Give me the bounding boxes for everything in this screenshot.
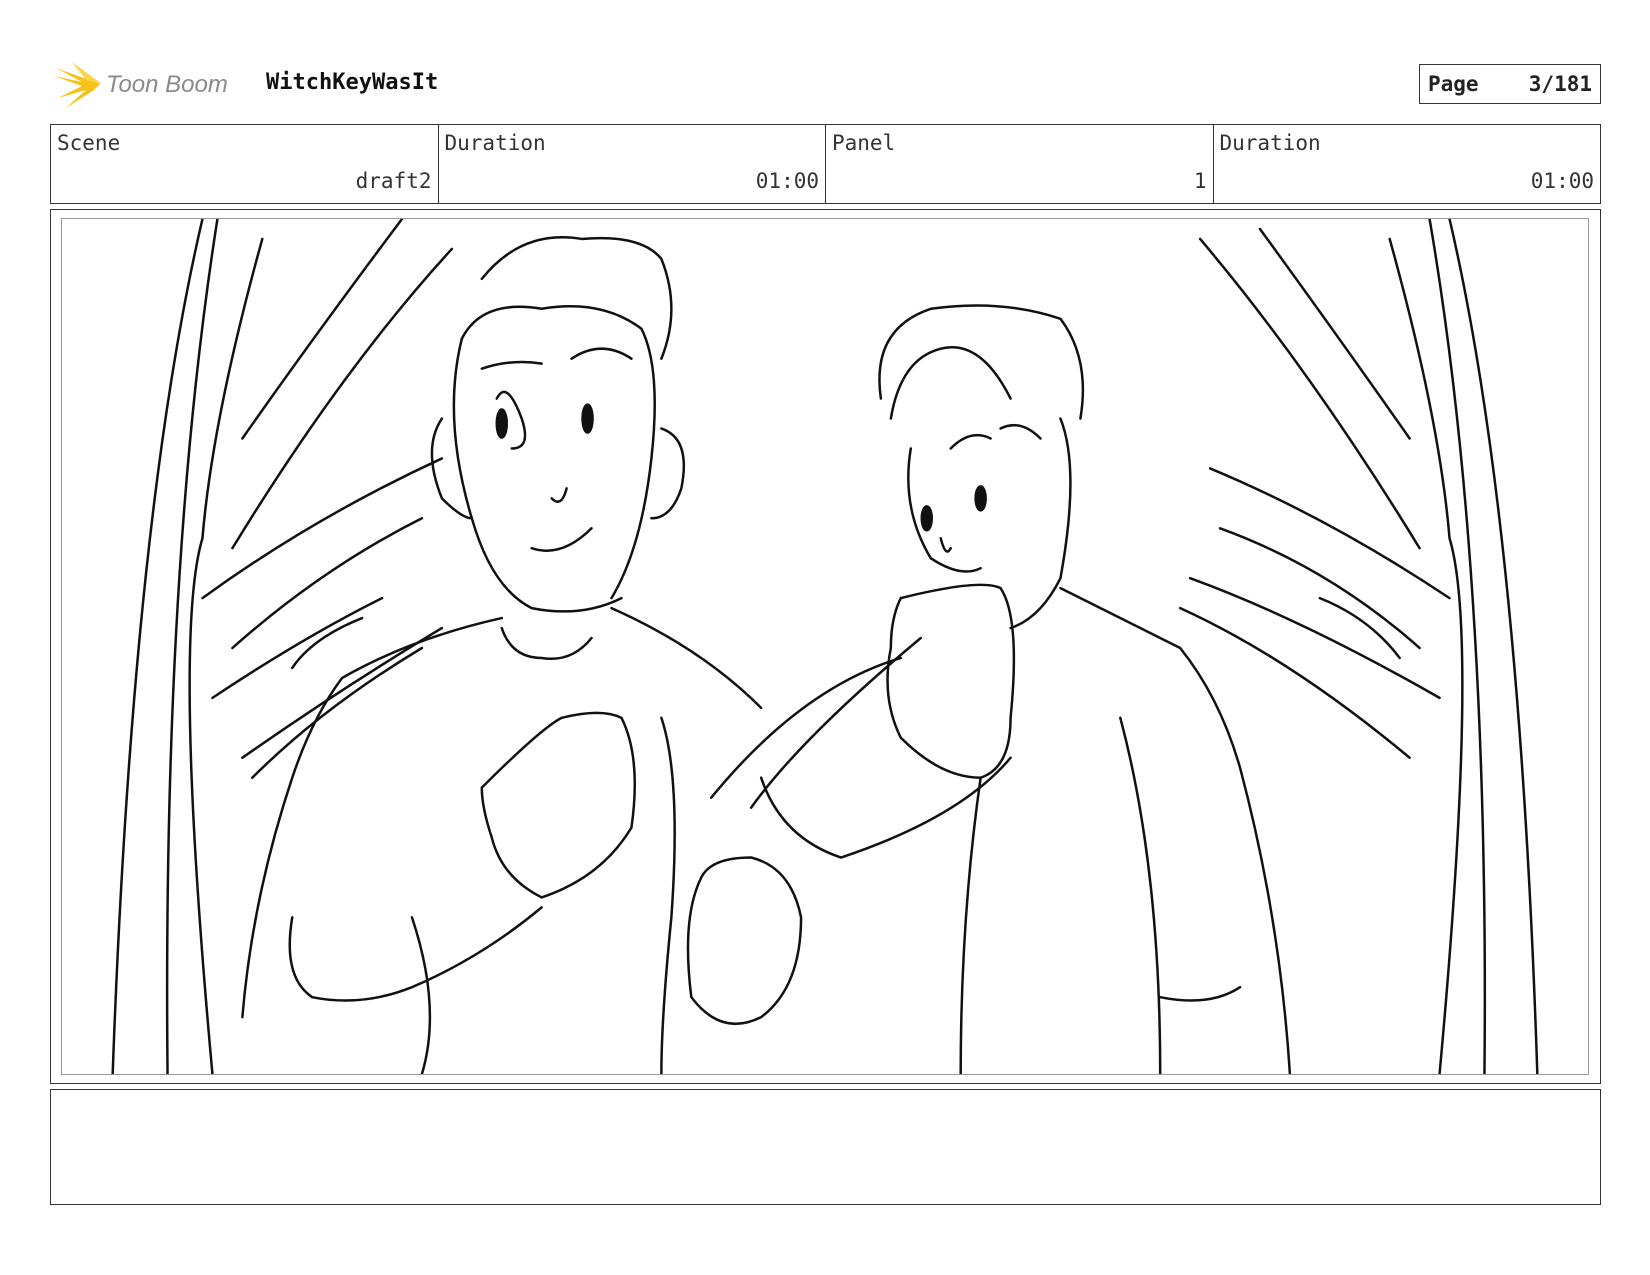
page-label: Page [1428, 72, 1479, 96]
scene-value: draft2 [355, 169, 432, 193]
storyboard-sketch [111, 219, 1539, 1074]
starburst-icon [54, 62, 102, 108]
scene-duration-label: Duration [444, 131, 546, 155]
scene-info-table: Scene draft2 Duration 01:00 Panel 1 Dura… [50, 124, 1601, 204]
logo-text: Toon Boom [106, 71, 228, 98]
panel-duration-label: Duration [1219, 131, 1321, 155]
left-character-sketch [241, 236, 803, 1074]
toon-boom-logo: Toon Boom [52, 58, 252, 110]
scene-cell: Scene draft2 [51, 125, 439, 203]
panel-value: 1 [1193, 169, 1207, 193]
scene-duration-value: 01:00 [755, 169, 819, 193]
panel-duration-cell: Duration 01:00 [1214, 125, 1601, 203]
scene-duration-cell: Duration 01:00 [439, 125, 826, 203]
panel-notes-box [50, 1089, 1601, 1205]
page-number: 3/181 [1528, 72, 1592, 96]
panel-drawing-area [61, 218, 1589, 1075]
left-curtain-sketch [111, 219, 454, 1074]
page-indicator: Page 3/181 [1419, 64, 1601, 104]
project-title: WitchKeyWasIt [266, 70, 439, 95]
right-curtain-sketch [1178, 219, 1539, 1074]
scene-label: Scene [57, 131, 121, 155]
panel-cell: Panel 1 [826, 125, 1214, 203]
panel-label: Panel [832, 131, 896, 155]
panel-duration-value: 01:00 [1530, 169, 1594, 193]
storyboard-panel [50, 209, 1601, 1084]
